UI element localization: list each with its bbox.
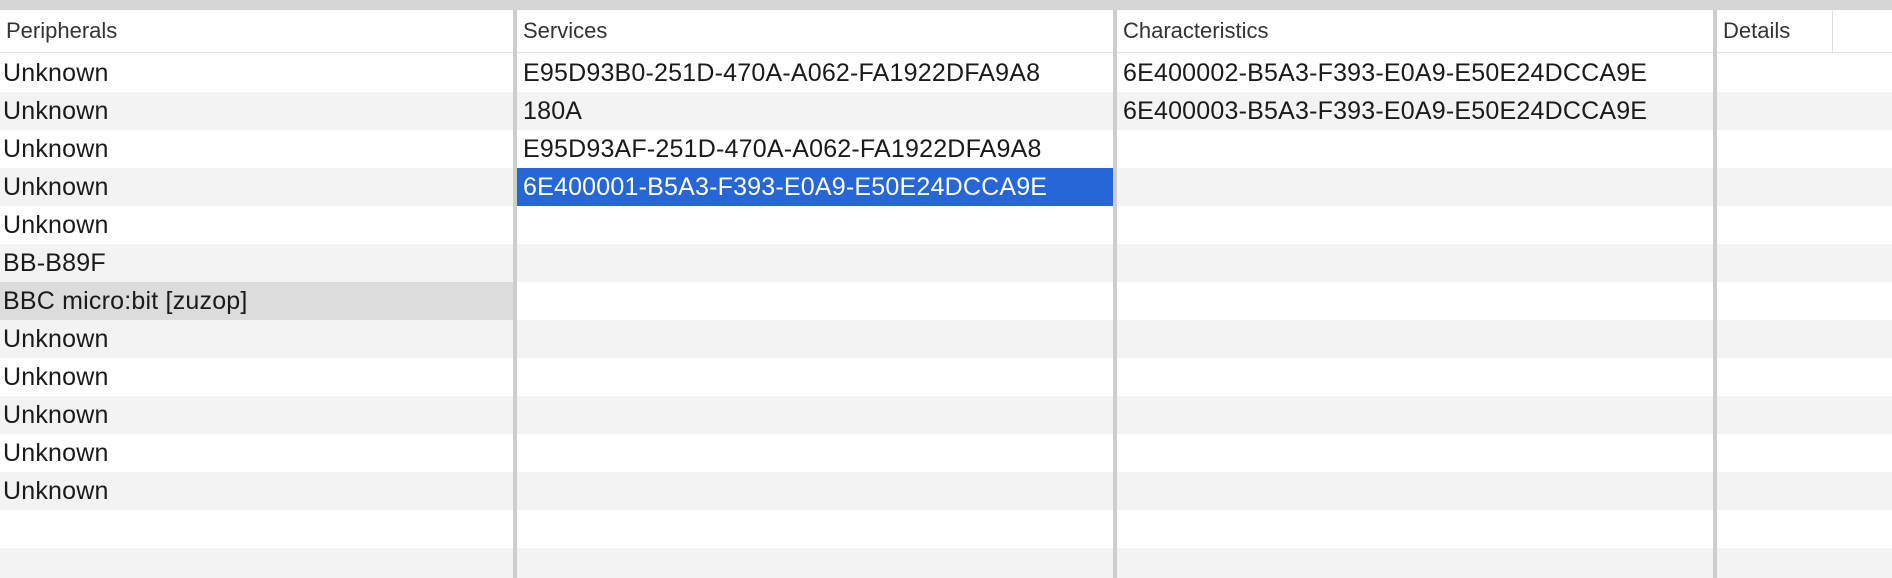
characteristic-row[interactable] <box>1117 130 1713 168</box>
details-header-separator <box>1832 10 1833 53</box>
service-row[interactable] <box>517 358 1113 396</box>
bluetooth-explorer-window: Peripherals Unknown Unknown Unknown Unknown… <box>0 0 1892 578</box>
characteristic-row[interactable] <box>1117 282 1713 320</box>
peripheral-row[interactable]: BBC micro:bit [zuzop] <box>0 282 513 320</box>
service-row[interactable] <box>517 472 1113 510</box>
details-row <box>1717 206 1892 244</box>
peripheral-row[interactable]: Unknown <box>0 168 513 206</box>
details-pane: Details <box>1717 10 1892 578</box>
characteristic-row[interactable] <box>1117 548 1713 578</box>
service-row[interactable]: E95D93AF-251D-470A-A062-FA1922DFA9A8 <box>517 130 1113 168</box>
peripheral-row[interactable] <box>0 548 513 578</box>
peripheral-row[interactable]: Unknown <box>0 206 513 244</box>
peripheral-row[interactable]: Unknown <box>0 92 513 130</box>
characteristics-pane[interactable]: Characteristics 6E400002-B5A3-F393-E0A9-… <box>1117 10 1713 578</box>
details-row <box>1717 244 1892 282</box>
services-list[interactable]: E95D93B0-251D-470A-A062-FA1922DFA9A8 180A… <box>517 54 1113 578</box>
service-row[interactable] <box>517 244 1113 282</box>
peripheral-row[interactable]: Unknown <box>0 434 513 472</box>
details-row <box>1717 434 1892 472</box>
details-column-header[interactable]: Details <box>1717 10 1892 53</box>
peripheral-row[interactable] <box>0 510 513 548</box>
service-row[interactable] <box>517 282 1113 320</box>
peripherals-column-header[interactable]: Peripherals <box>0 10 513 53</box>
service-row[interactable] <box>517 206 1113 244</box>
peripheral-row[interactable]: BB-B89F <box>0 244 513 282</box>
characteristics-list[interactable]: 6E400002-B5A3-F393-E0A9-E50E24DCCA9E 6E40… <box>1117 54 1713 578</box>
characteristic-row[interactable] <box>1117 472 1713 510</box>
characteristic-row[interactable] <box>1117 396 1713 434</box>
service-row[interactable] <box>517 396 1113 434</box>
details-row <box>1717 130 1892 168</box>
characteristic-row[interactable] <box>1117 244 1713 282</box>
service-row[interactable] <box>517 434 1113 472</box>
peripheral-row[interactable]: Unknown <box>0 358 513 396</box>
details-row <box>1717 54 1892 92</box>
service-row[interactable] <box>517 320 1113 358</box>
details-row <box>1717 282 1892 320</box>
details-row <box>1717 358 1892 396</box>
details-row <box>1717 320 1892 358</box>
characteristic-row[interactable]: 6E400003-B5A3-F393-E0A9-E50E24DCCA9E <box>1117 92 1713 130</box>
details-row <box>1717 396 1892 434</box>
peripherals-list[interactable]: Unknown Unknown Unknown Unknown Unknown BB-B8… <box>0 54 513 578</box>
details-row <box>1717 548 1892 578</box>
service-row[interactable]: E95D93B0-251D-470A-A062-FA1922DFA9A8 <box>517 54 1113 92</box>
characteristic-row[interactable] <box>1117 206 1713 244</box>
characteristic-row[interactable] <box>1117 434 1713 472</box>
peripheral-row[interactable]: Unknown <box>0 54 513 92</box>
details-row <box>1717 510 1892 548</box>
details-row <box>1717 472 1892 510</box>
peripheral-row[interactable]: Unknown <box>0 396 513 434</box>
service-row[interactable] <box>517 510 1113 548</box>
characteristic-row[interactable] <box>1117 168 1713 206</box>
peripheral-row[interactable]: Unknown <box>0 320 513 358</box>
characteristic-row[interactable] <box>1117 320 1713 358</box>
window-top-bar <box>0 0 1892 10</box>
peripherals-pane[interactable]: Peripherals Unknown Unknown Unknown Unknown… <box>0 10 513 578</box>
service-row[interactable] <box>517 548 1113 578</box>
details-row <box>1717 168 1892 206</box>
details-list <box>1717 54 1892 578</box>
characteristic-row[interactable]: 6E400002-B5A3-F393-E0A9-E50E24DCCA9E <box>1117 54 1713 92</box>
characteristic-row[interactable] <box>1117 358 1713 396</box>
characteristics-column-header[interactable]: Characteristics <box>1117 10 1713 53</box>
peripheral-row[interactable]: Unknown <box>0 130 513 168</box>
services-pane[interactable]: Services E95D93B0-251D-470A-A062-FA1922D… <box>517 10 1113 578</box>
service-row[interactable]: 180A <box>517 92 1113 130</box>
services-column-header[interactable]: Services <box>517 10 1113 53</box>
details-row <box>1717 92 1892 130</box>
peripheral-row[interactable]: Unknown <box>0 472 513 510</box>
service-row[interactable]: 6E400001-B5A3-F393-E0A9-E50E24DCCA9E <box>517 168 1113 206</box>
characteristic-row[interactable] <box>1117 510 1713 548</box>
